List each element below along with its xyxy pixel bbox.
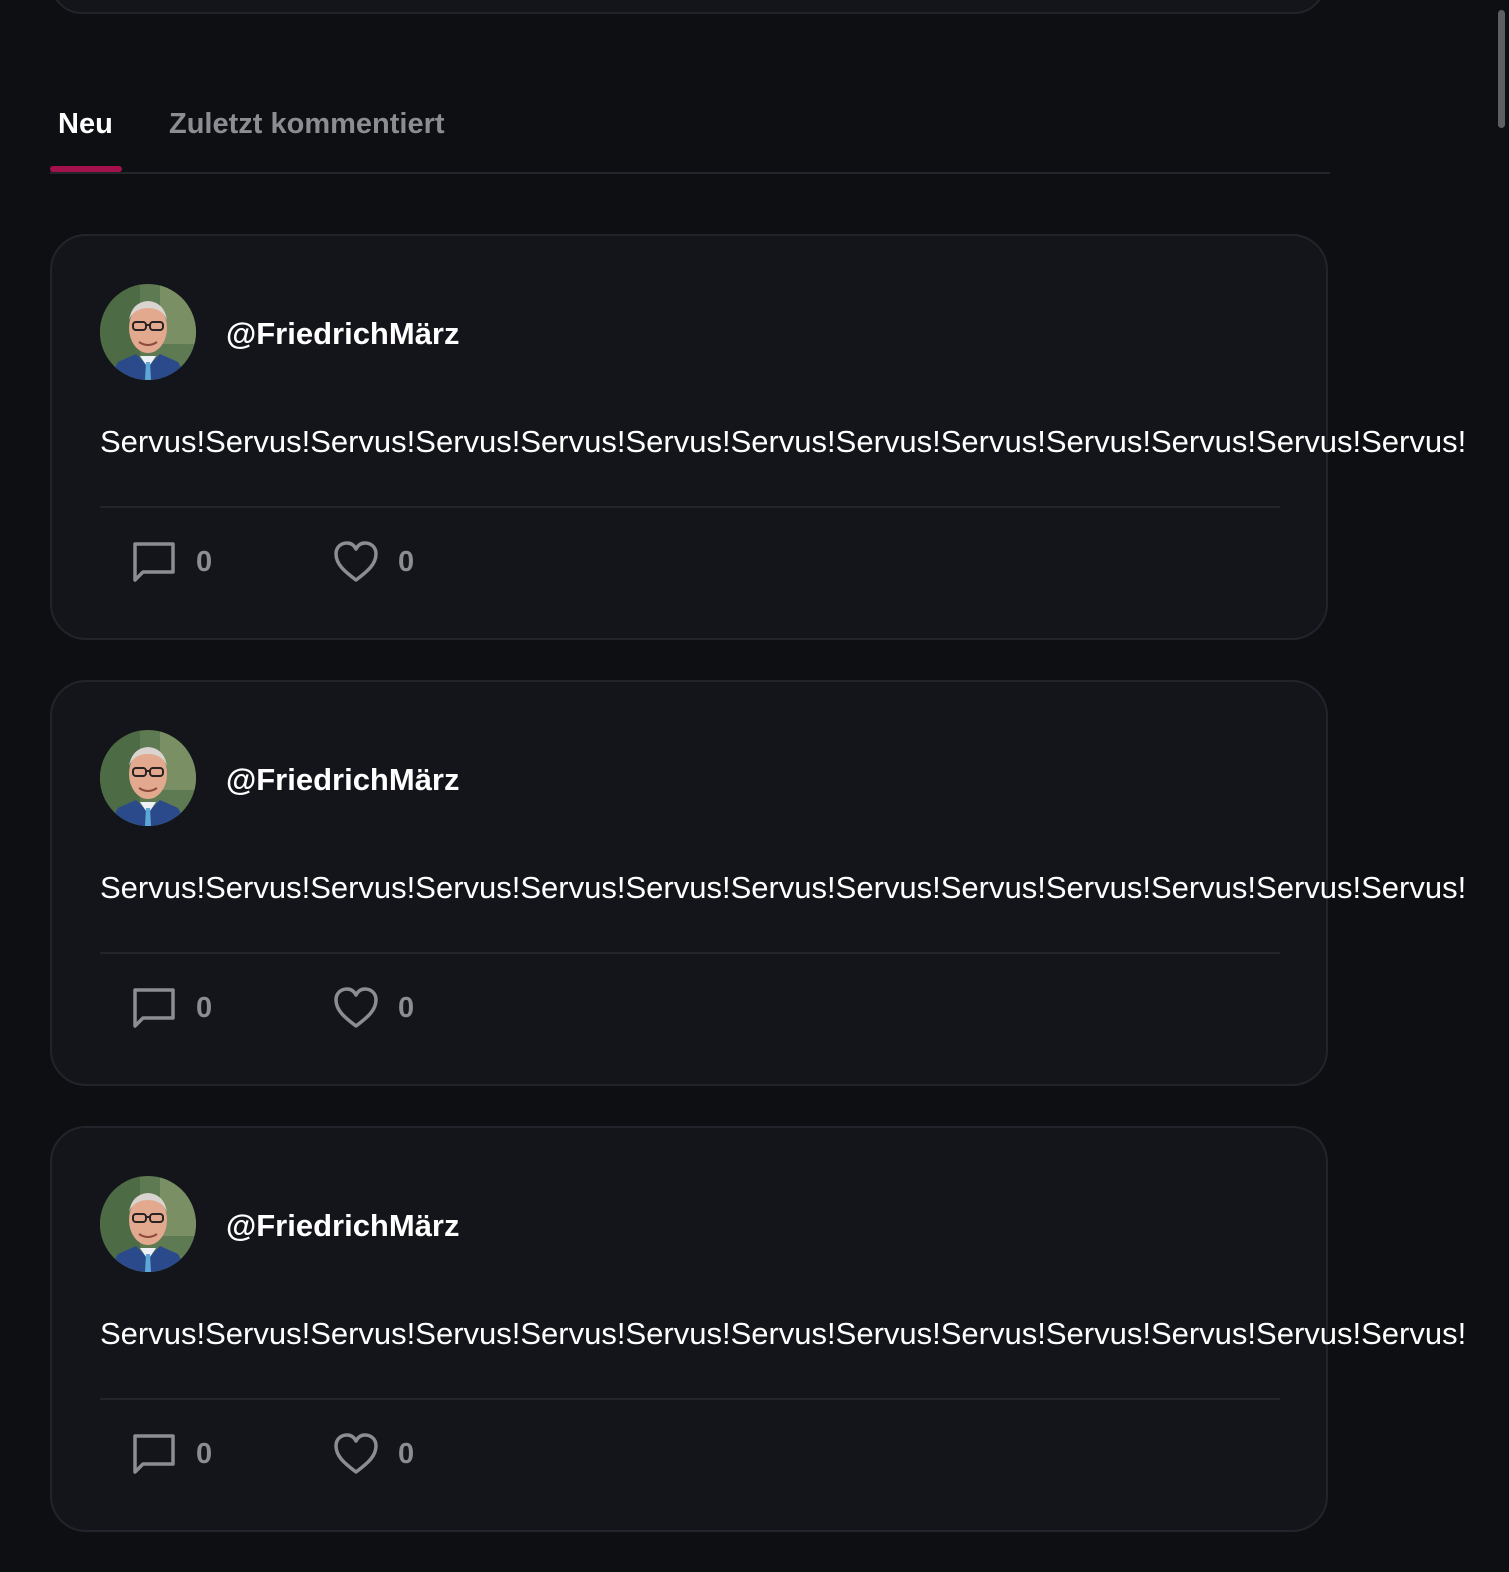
post-username[interactable]: @FriedrichMärz [226,762,460,798]
post-text: Servus!Servus!Servus!Servus!Servus!Servu… [100,424,1467,459]
feed-tabs: Neu Zuletzt kommentiert [50,100,1330,174]
like-button[interactable]: 0 [332,984,414,1032]
tab-recently-commented[interactable]: Zuletzt kommentiert [169,108,445,141]
comment-count: 0 [196,1437,213,1470]
avatar[interactable] [100,1176,196,1272]
heart-icon [332,540,380,584]
post-divider [100,506,1280,508]
like-count: 0 [398,545,415,578]
post-divider [100,952,1280,954]
like-count: 0 [398,1437,415,1470]
post-username[interactable]: @FriedrichMärz [226,316,460,352]
heart-icon [332,1432,380,1476]
avatar[interactable] [100,730,196,826]
like-button[interactable]: 0 [332,538,414,586]
comment-icon [130,986,178,1030]
avatar[interactable] [100,284,196,380]
post-divider [100,1398,1280,1400]
comment-icon [130,540,178,584]
post-username[interactable]: @FriedrichMärz [226,1208,460,1244]
post-text: Servus!Servus!Servus!Servus!Servus!Servu… [100,1316,1467,1351]
like-count: 0 [398,991,415,1024]
post-feed: @FriedrichMärz Servus!Servus!Servus!Serv… [50,234,1466,1572]
like-button[interactable]: 0 [332,1430,414,1478]
comment-button[interactable]: 0 [130,1430,212,1478]
comment-button[interactable]: 0 [130,538,212,586]
heart-icon [332,986,380,1030]
tab-new[interactable]: Neu [58,108,113,141]
previous-card [50,0,1326,14]
post-card[interactable]: @FriedrichMärz Servus!Servus!Servus!Serv… [50,1126,1466,1532]
scrollbar-thumb[interactable] [1498,10,1505,128]
post-card[interactable]: @FriedrichMärz Servus!Servus!Servus!Serv… [50,234,1466,640]
active-tab-indicator [50,166,122,172]
comment-count: 0 [196,991,213,1024]
comment-button[interactable]: 0 [130,984,212,1032]
post-card[interactable]: @FriedrichMärz Servus!Servus!Servus!Serv… [50,680,1466,1086]
comment-count: 0 [196,545,213,578]
post-text: Servus!Servus!Servus!Servus!Servus!Servu… [100,870,1467,905]
comment-icon [130,1432,178,1476]
